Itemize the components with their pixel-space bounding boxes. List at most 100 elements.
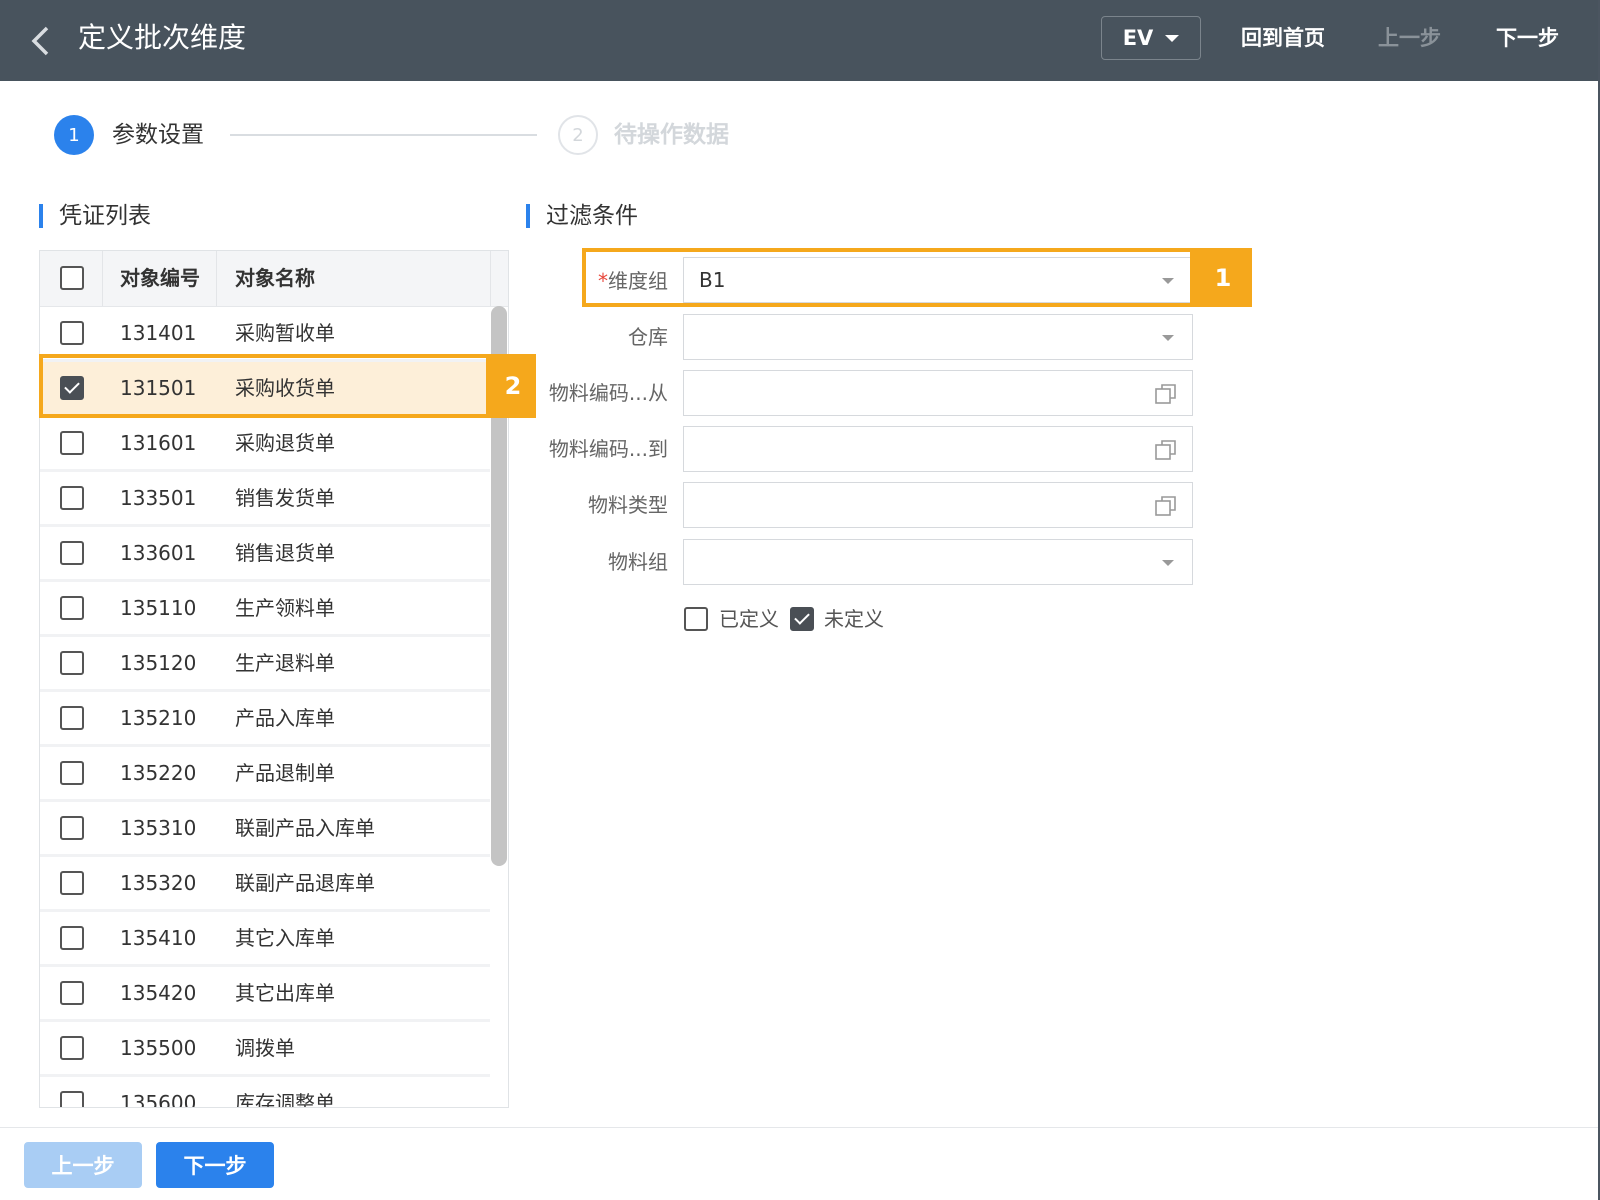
row-checkbox[interactable] <box>60 706 84 730</box>
row-checkbox[interactable] <box>60 651 84 675</box>
defined-label: 已定义 <box>719 607 779 631</box>
row-checkbox[interactable] <box>60 816 84 840</box>
warehouse-label: 仓库 <box>628 325 668 349</box>
table-row[interactable]: 133501 销售发货单 <box>40 472 490 527</box>
column-divider <box>490 251 491 306</box>
row-name: 联副产品退库单 <box>235 871 375 895</box>
row-code: 135320 <box>120 871 197 895</box>
step-connector <box>230 134 537 136</box>
row-checkbox[interactable] <box>60 1036 84 1060</box>
warehouse-select[interactable] <box>683 314 1193 360</box>
column-header-code[interactable]: 对象编号 <box>120 251 200 306</box>
header-next-button[interactable]: 下一步 <box>1496 22 1559 54</box>
row-name: 生产退料单 <box>235 651 335 675</box>
table-row[interactable]: 133601 销售退货单 <box>40 527 490 582</box>
row-code: 135120 <box>120 651 197 675</box>
header-prev-button[interactable]: 上一步 <box>1378 22 1441 54</box>
row-checkbox[interactable] <box>60 871 84 895</box>
column-header-name[interactable]: 对象名称 <box>235 251 315 306</box>
row-checkbox[interactable] <box>60 321 84 345</box>
footer-divider <box>0 1127 1600 1128</box>
home-button[interactable]: 回到首页 <box>1241 22 1325 54</box>
row-checkbox[interactable] <box>60 761 84 785</box>
material-type-label: 物料类型 <box>588 493 668 517</box>
row-name: 库存调整单 <box>235 1091 335 1108</box>
table-row[interactable]: 135210 产品入库单 <box>40 692 490 747</box>
ev-dropdown[interactable]: EV <box>1101 16 1201 60</box>
table-row[interactable]: 135320 联副产品退库单 <box>40 857 490 912</box>
material-code-from-label: 物料编码...从 <box>548 381 668 405</box>
row-checkbox[interactable] <box>60 431 84 455</box>
row-name: 产品入库单 <box>235 706 335 730</box>
table-row[interactable]: 135110 生产领料单 <box>40 582 490 637</box>
caret-down-icon <box>1162 335 1174 341</box>
section-marker <box>526 204 530 228</box>
lookup-icon[interactable] <box>1154 494 1178 518</box>
highlight-box-1 <box>582 248 1194 307</box>
material-type-field[interactable] <box>683 482 1193 528</box>
callout-badge-1: 1 <box>1194 248 1252 307</box>
row-code: 135310 <box>120 816 197 840</box>
column-divider <box>102 251 103 306</box>
row-code: 135210 <box>120 706 197 730</box>
row-name: 其它入库单 <box>235 926 335 950</box>
material-group-label: 物料组 <box>608 550 668 574</box>
caret-down-icon <box>1162 560 1174 566</box>
page-title: 定义批次维度 <box>78 21 247 54</box>
row-checkbox[interactable] <box>60 596 84 620</box>
chevron-left-icon[interactable] <box>28 24 54 58</box>
row-code: 135600 <box>120 1091 197 1108</box>
row-code: 135500 <box>120 1036 197 1060</box>
footer-next-button[interactable]: 下一步 <box>156 1142 274 1188</box>
defined-checkbox[interactable] <box>684 607 708 631</box>
row-checkbox[interactable] <box>60 926 84 950</box>
undefined-checkbox[interactable] <box>790 607 814 631</box>
table-row[interactable]: 135500 调拨单 <box>40 1022 490 1077</box>
caret-down-icon <box>1165 34 1180 42</box>
material-code-from-field[interactable] <box>683 370 1193 416</box>
row-code: 135420 <box>120 981 197 1005</box>
row-name: 销售退货单 <box>235 541 335 565</box>
ev-dropdown-label: EV <box>1122 26 1154 50</box>
filter-title: 过滤条件 <box>546 203 638 229</box>
row-code: 135220 <box>120 761 197 785</box>
table-row[interactable]: 135410 其它入库单 <box>40 912 490 967</box>
material-group-select[interactable] <box>683 539 1193 585</box>
row-name: 调拨单 <box>235 1036 295 1060</box>
row-code: 133601 <box>120 541 197 565</box>
select-all-checkbox[interactable] <box>60 266 84 290</box>
row-checkbox[interactable] <box>60 1091 84 1107</box>
table-row[interactable]: 135600 库存调整单 <box>40 1077 490 1108</box>
row-checkbox[interactable] <box>60 486 84 510</box>
row-code: 135110 <box>120 596 197 620</box>
row-code: 131601 <box>120 431 197 455</box>
undefined-label: 未定义 <box>824 607 884 631</box>
table-row[interactable]: 135120 生产退料单 <box>40 637 490 692</box>
table-row[interactable]: 135220 产品退制单 <box>40 747 490 802</box>
lookup-icon[interactable] <box>1154 382 1178 406</box>
step-1-circle: 1 <box>54 115 94 155</box>
voucher-list-title: 凭证列表 <box>59 203 151 229</box>
step-2-label: 待操作数据 <box>614 122 729 148</box>
row-name: 联副产品入库单 <box>235 816 375 840</box>
row-checkbox[interactable] <box>60 981 84 1005</box>
step-1-label: 参数设置 <box>112 122 204 148</box>
row-code: 131401 <box>120 321 197 345</box>
table-row[interactable]: 135420 其它出库单 <box>40 967 490 1022</box>
row-name: 其它出库单 <box>235 981 335 1005</box>
table-row[interactable]: 131601 采购退货单 <box>40 417 490 472</box>
row-name: 销售发货单 <box>235 486 335 510</box>
row-code: 135410 <box>120 926 197 950</box>
row-checkbox[interactable] <box>60 541 84 565</box>
material-code-to-field[interactable] <box>683 426 1193 472</box>
lookup-icon[interactable] <box>1154 438 1178 462</box>
column-divider <box>216 251 217 306</box>
row-name: 采购暂收单 <box>235 321 335 345</box>
table-body: 131401 采购暂收单 131501 采购收货单 131601 采购退货单 1335… <box>40 307 490 1108</box>
footer-prev-button[interactable]: 上一步 <box>24 1142 142 1188</box>
row-name: 采购退货单 <box>235 431 335 455</box>
row-name: 产品退制单 <box>235 761 335 785</box>
table-row[interactable]: 135310 联副产品入库单 <box>40 802 490 857</box>
table-header: 对象编号 对象名称 <box>40 251 508 307</box>
section-marker <box>39 204 43 228</box>
